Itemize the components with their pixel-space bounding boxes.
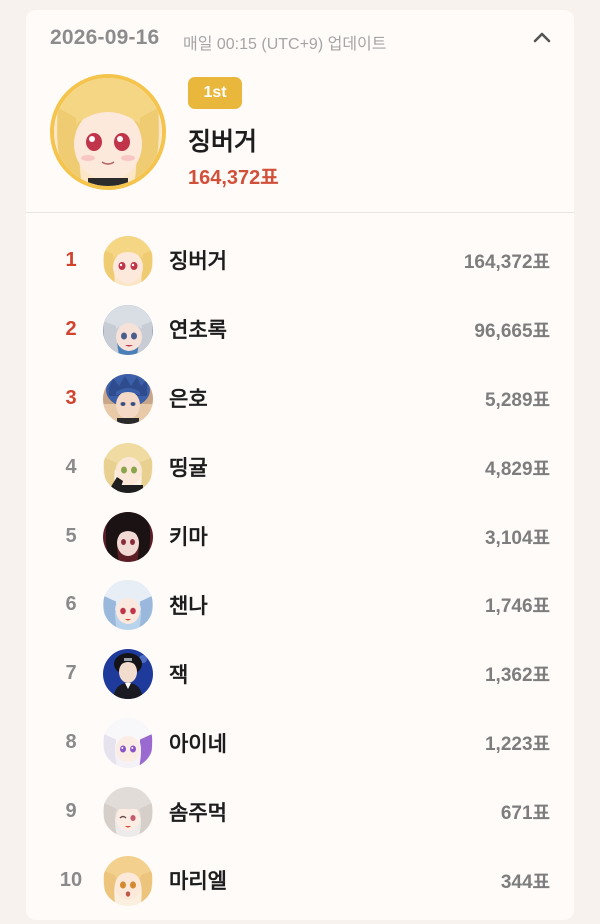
vote-count: 96,665표 [474,320,550,342]
ranking-row[interactable]: 8 아이네 1,223표 [26,708,574,777]
streamer-name: 은호 [169,388,208,412]
divider [26,212,574,213]
rank-number: 8 [65,731,77,754]
streamer-name: 연초록 [169,319,227,343]
winner-votes: 164,372표 [188,167,279,189]
ranking-row[interactable]: 1 징버거 164,372표 [26,226,574,295]
blue-hair-boy-avatar [103,373,153,424]
ranking-row[interactable]: 7 잭 1,362표 [26,639,574,708]
ranking-row[interactable]: 4 띵귤 4,829표 [26,433,574,502]
vote-count: 4,829표 [484,458,550,480]
collapse-button[interactable] [528,24,556,52]
blue-white-hair-girl-avatar [103,580,153,631]
rank-number: 4 [65,455,77,478]
rank-number: 9 [65,800,77,823]
blonde-girl-avatar [103,236,153,286]
ranking-date: 2026-09-16 [50,26,160,49]
streamer-name: 아이네 [169,732,227,756]
blonde-girl-avatar [54,78,162,186]
silver-hair-girl-avatar [103,304,153,355]
vote-count: 344표 [500,871,550,893]
ranking-list: 1 징버거 164,372표 2 연초록 96,665표 3 은호 5,289표… [26,226,574,915]
streamer-name: 띵귤 [169,457,208,481]
ranking-row[interactable]: 10 마리엘 344표 [26,846,574,915]
white-hair-purple-eye-avatar [103,718,153,769]
black-hair-boy-avatar [103,649,153,700]
rank-number: 2 [65,317,77,340]
update-schedule-note: 매일 00:15 (UTC+9) 업데이트 [183,36,387,53]
winner-avatar[interactable] [50,74,166,190]
chevron-up-icon [533,32,551,43]
vote-count: 671표 [500,803,550,825]
blonde-surprised-girl-avatar [103,856,153,907]
ranking-row[interactable]: 2 연초록 96,665표 [26,295,574,364]
winner-name[interactable]: 징버거 [188,122,257,158]
ranking-card: 2026-09-16 매일 00:15 (UTC+9) 업데이트 1st 징버거… [26,10,574,920]
ranking-row[interactable]: 5 키마 3,104표 [26,502,574,571]
ranking-row[interactable]: 3 은호 5,289표 [26,364,574,433]
vote-count: 1,362표 [484,665,550,687]
rank-number: 3 [65,386,77,409]
dark-hair-girl-avatar [103,511,153,562]
streamer-name: 잭 [169,663,189,687]
vote-count: 3,104표 [484,527,550,549]
streamer-name: 키마 [169,526,208,549]
vote-count: 164,372표 [463,251,550,273]
blonde-waving-girl-avatar [103,442,153,493]
ranking-row[interactable]: 9 솜주먹 671표 [26,777,574,846]
rank-number: 5 [65,524,77,547]
ranking-header: 2026-09-16 매일 00:15 (UTC+9) 업데이트 [26,10,574,66]
vote-count: 5,289표 [484,389,550,411]
first-place-highlight: 1st 징버거 164,372표 [26,66,574,212]
rank-number: 6 [65,593,77,616]
white-hair-winking-girl-avatar [103,787,153,838]
vote-count: 1,746표 [484,596,550,618]
rank-number: 7 [65,662,77,685]
streamer-name: 솜주먹 [169,801,227,825]
rank-number: 1 [65,248,77,271]
ranking-row[interactable]: 6 챈나 1,746표 [26,570,574,639]
streamer-name: 마리엘 [169,870,227,894]
rank-badge: 1st [188,77,242,109]
streamer-name: 챈나 [169,594,208,618]
rank-number: 10 [59,868,83,891]
vote-count: 1,223표 [484,734,550,756]
streamer-name: 징버거 [169,250,227,274]
